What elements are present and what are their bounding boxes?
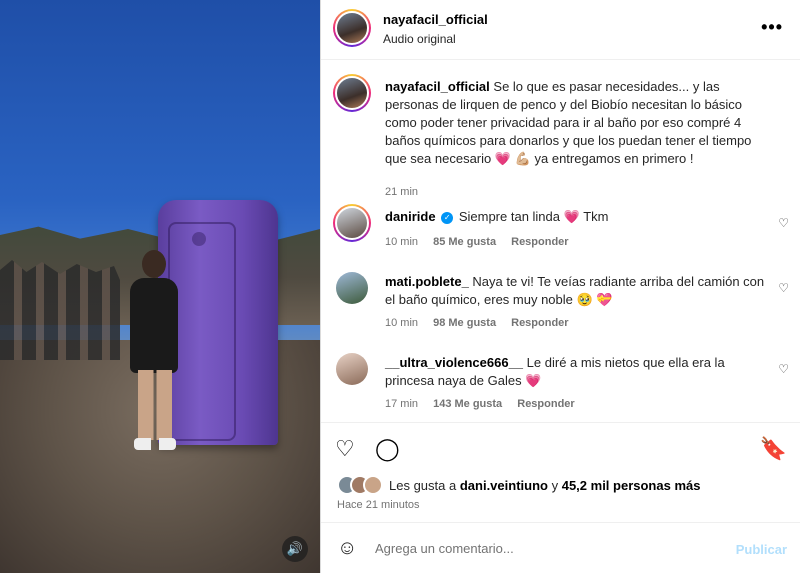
likes-others[interactable]: 45,2 mil personas más [562, 478, 701, 493]
bookmark-icon[interactable]: 🔖 [760, 436, 787, 462]
caption-meta: 21 min [385, 186, 430, 198]
comment-avatar[interactable] [333, 204, 371, 242]
publish-button[interactable]: Publicar [736, 542, 787, 557]
comment-emoji: 🥹 💝 [576, 292, 613, 307]
likes-text: Les gusta a dani.veintiuno y 45,2 mil pe… [389, 478, 701, 493]
comment-composer: ☺ Publicar [321, 522, 800, 573]
like-heart-icon[interactable]: ♡ [335, 436, 355, 462]
comment-input[interactable] [375, 537, 715, 559]
comment-emoji: 💗 [525, 373, 542, 388]
audio-label[interactable]: Audio original [383, 32, 456, 46]
comment-meta: 10 min 85 Me gusta Responder [385, 236, 581, 248]
comment-likes[interactable]: 143 Me gusta [433, 398, 502, 410]
post-media[interactable]: 🔊 [0, 0, 320, 573]
comment-text: mati.poblete_ Naya te vi! Te veías radia… [385, 273, 765, 309]
verified-badge-icon: ✓ [441, 211, 454, 224]
liker-username[interactable]: dani.veintiuno [460, 478, 548, 493]
comment-likes[interactable]: 85 Me gusta [433, 236, 496, 248]
comment-time[interactable]: 10 min [385, 236, 418, 248]
comment-meta: 10 min 98 Me gusta Responder [385, 317, 581, 329]
post-actions: ♡ ◯ 🔖 Les gusta a dani.veintiuno y 45,2 … [321, 422, 800, 522]
comment-time[interactable]: 17 min [385, 398, 418, 410]
more-options-icon[interactable]: ••• [761, 17, 783, 38]
author-avatar[interactable] [333, 9, 371, 47]
background-crowd [0, 260, 120, 360]
caption-emojis: 💗 💪🏼 [494, 151, 531, 166]
like-comment-icon[interactable]: ♡ [778, 362, 789, 376]
comment-emoji: 💗 [563, 209, 580, 224]
post-header: nayafacil_official Audio original ••• [321, 0, 800, 60]
like-comment-icon[interactable]: ♡ [778, 216, 789, 230]
post-timestamp[interactable]: Hace 21 minutos [337, 499, 420, 511]
emoji-picker-icon[interactable]: ☺ [337, 537, 357, 560]
audio-toggle-icon[interactable]: 🔊 [282, 536, 308, 562]
like-comment-icon[interactable]: ♡ [778, 281, 789, 295]
comment-username[interactable]: daniride [385, 209, 436, 224]
reply-button[interactable]: Responder [511, 236, 568, 248]
comment-body-end: Tkm [583, 209, 609, 224]
comment-username[interactable]: __ultra_violence666__ [385, 355, 523, 370]
caption-username[interactable]: nayafacil_official [385, 79, 490, 94]
comment-text: __ultra_violence666__ Le diré a mis niet… [385, 354, 765, 390]
comment-avatar[interactable] [336, 272, 368, 304]
comment-username[interactable]: mati.poblete_ [385, 274, 469, 289]
caption-body-end: ya entregamos en primero ! [534, 151, 694, 166]
comment-likes[interactable]: 98 Me gusta [433, 317, 496, 329]
reply-button[interactable]: Responder [517, 398, 574, 410]
person-figure [120, 250, 190, 460]
comment-meta: 17 min 143 Me gusta Responder [385, 398, 587, 410]
caption-text: nayafacil_official Se lo que es pasar ne… [385, 78, 765, 168]
caption-time[interactable]: 21 min [385, 186, 418, 198]
caption-avatar[interactable] [333, 74, 371, 112]
comment-body: Siempre tan linda [458, 209, 560, 224]
comment-bubble-icon[interactable]: ◯ [375, 436, 400, 462]
comment-text: daniride ✓ Siempre tan linda 💗 Tkm [385, 208, 765, 226]
post-side-panel: nayafacil_official Audio original ••• na… [320, 0, 800, 573]
author-username[interactable]: nayafacil_official [383, 12, 488, 27]
comment-time[interactable]: 10 min [385, 317, 418, 329]
reply-button[interactable]: Responder [511, 317, 568, 329]
likes-summary[interactable]: Les gusta a dani.veintiuno y 45,2 mil pe… [337, 475, 797, 497]
liker-avatar [363, 475, 383, 495]
comments-list: nayafacil_official Se lo que es pasar ne… [321, 60, 800, 422]
comment-avatar[interactable] [336, 353, 368, 385]
